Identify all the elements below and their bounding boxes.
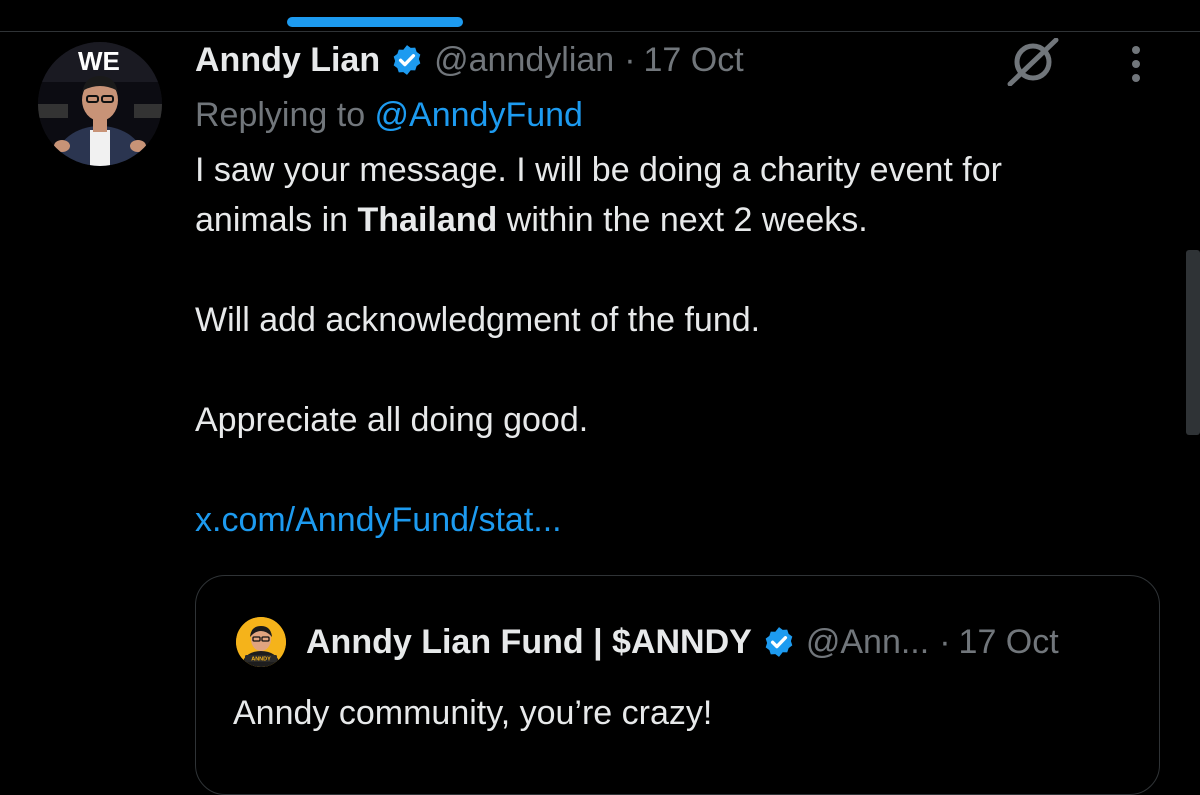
tweet-text-line: I saw your message. I will be doing a ch… — [195, 151, 1002, 189]
verified-badge-icon — [762, 625, 796, 659]
quote-text: Anndy community, you’re crazy! — [233, 694, 713, 732]
tweet-date[interactable]: 17 Oct — [644, 41, 744, 80]
svg-text:WE: WE — [78, 46, 120, 76]
tweet-text: I saw your message. I will be doing a ch… — [195, 145, 1185, 495]
scrollbar-thumb[interactable] — [1186, 250, 1200, 435]
tweet-text-paragraph: Appreciate all doing good. — [195, 401, 589, 439]
quote-author-handle[interactable]: @Ann... — [806, 623, 929, 662]
text-segment: within the next 2 weeks. — [497, 201, 868, 239]
tweet-header: Anndy Lian @anndylian · 17 Oct — [195, 36, 1185, 84]
replying-prefix: Replying to — [195, 96, 375, 134]
quote-date[interactable]: 17 Oct — [959, 623, 1059, 662]
quote-header: ANNDY Anndy Lian Fund | $ANNDY @Ann... ·… — [236, 616, 1059, 668]
bold-text-segment: Thailand — [357, 201, 498, 239]
separator-dot: · — [624, 40, 636, 79]
quote-author-avatar[interactable]: ANNDY — [236, 617, 286, 667]
author-display-name[interactable]: Anndy Lian — [195, 41, 380, 80]
user-avatar-presenter-icon: WE — [38, 42, 162, 166]
author-avatar[interactable]: WE — [38, 42, 162, 166]
separator-dot: · — [939, 622, 951, 661]
verified-badge-icon — [390, 43, 424, 77]
text-segment: animals in — [195, 201, 358, 239]
tweet-text-line: animals in Thailand within the next 2 we… — [195, 195, 1185, 245]
tweet-link[interactable]: x.com/AnndyFund/stat... — [195, 495, 1185, 545]
tweet-text-paragraph: Will add acknowledgment of the fund. — [195, 301, 761, 339]
avatar-label: ANNDY — [251, 657, 271, 663]
tweet[interactable]: Anndy Lian @anndylian · 17 Oct Replying … — [195, 36, 1185, 545]
replying-to: Replying to @AnndyFund — [195, 96, 1185, 135]
author-handle[interactable]: @anndylian — [434, 41, 614, 80]
replying-handle-link[interactable]: @AnndyFund — [375, 96, 583, 134]
active-tab-indicator — [287, 17, 463, 27]
divider — [0, 31, 1200, 32]
quote-author-display-name[interactable]: Anndy Lian Fund | $ANNDY — [306, 623, 752, 662]
quoted-tweet-card[interactable]: ANNDY Anndy Lian Fund | $ANNDY @Ann... ·… — [195, 575, 1160, 795]
fund-avatar-icon: ANNDY — [236, 617, 286, 667]
